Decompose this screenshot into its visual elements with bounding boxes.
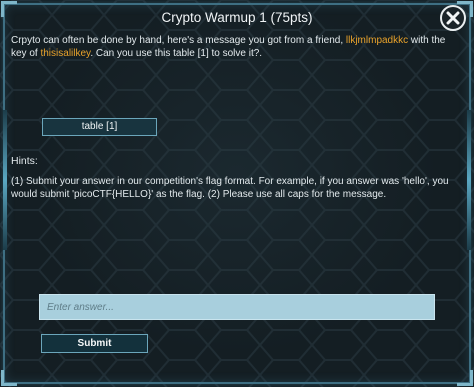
problem-description: Crpyto can often be done by hand, here's… (11, 34, 451, 60)
encrypted-message: llkjmlmpadkkc (345, 35, 409, 46)
cipher-key: thisisalilkey (40, 48, 91, 59)
hints-text: (1) Submit your answer in our competitio… (11, 176, 449, 200)
submit-button[interactable]: Submit (41, 334, 148, 353)
close-button[interactable] (440, 5, 466, 31)
description-text: Crpyto can often be done by hand, here's… (11, 35, 344, 46)
answer-input[interactable] (39, 294, 435, 320)
close-x-icon (446, 11, 460, 25)
description-text: . Can you use this table [1] to solve it… (90, 48, 263, 59)
problem-dialog: Crypto Warmup 1 (75pts) Crpyto can often… (0, 0, 474, 387)
table-link-button[interactable]: table [1] (42, 118, 157, 136)
hints-heading: Hints: (11, 155, 38, 167)
dialog-title: Crypto Warmup 1 (75pts) (161, 10, 313, 25)
